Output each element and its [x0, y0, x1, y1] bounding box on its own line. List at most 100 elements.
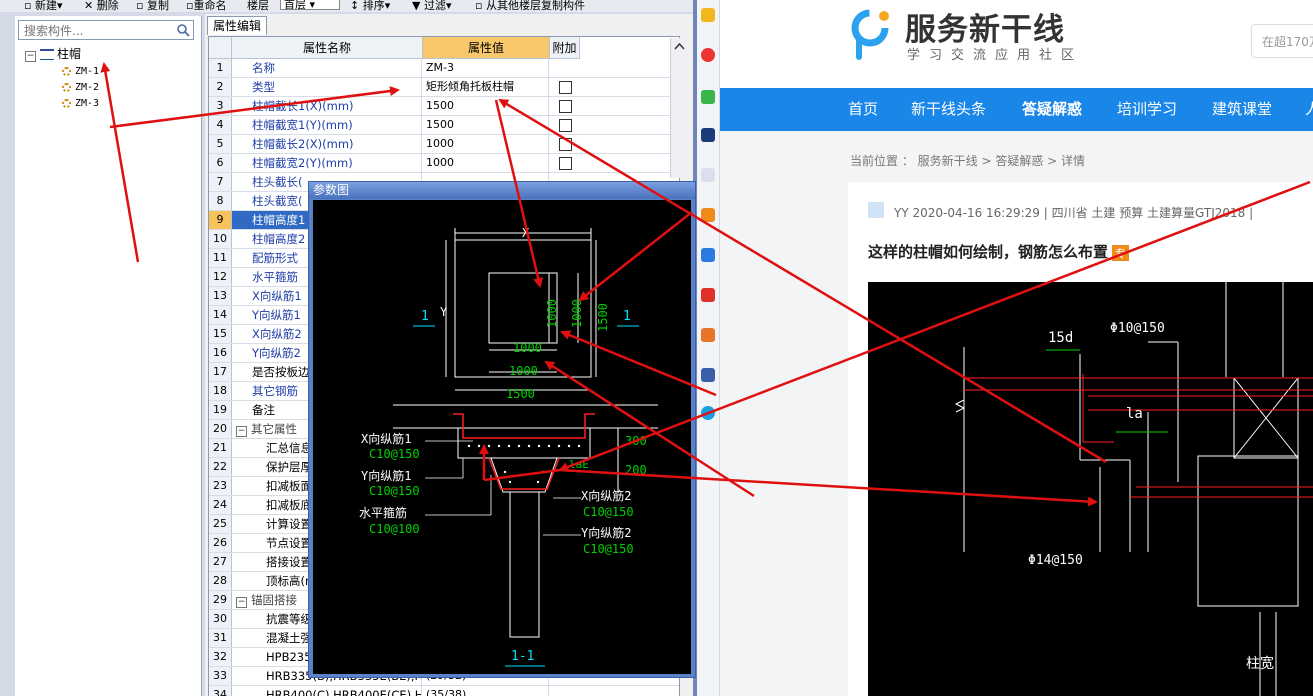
- property-row[interactable]: 4 柱帽截宽1(Y)(mm) 1500: [209, 116, 679, 135]
- property-name[interactable]: 柱帽截宽2(Y)(mm): [232, 154, 422, 172]
- shop-icon[interactable]: [701, 208, 715, 222]
- collapse-icon[interactable]: −: [236, 597, 247, 608]
- property-row[interactable]: 1 名称 ZM-3: [209, 59, 679, 78]
- scroll-up-icon[interactable]: [671, 40, 688, 54]
- property-value[interactable]: 1500: [423, 116, 549, 134]
- property-name[interactable]: HRB400(C),HRB400E(CE),HRBF: [232, 686, 422, 696]
- param-diagram-svg: X Y 1 1 1000 1000 1500 1000 1000 1500 X向…: [359, 226, 658, 667]
- avatar[interactable]: [868, 202, 884, 218]
- grid-scrollbar[interactable]: [670, 38, 688, 178]
- row-index: 13: [209, 287, 232, 305]
- property-name-text: 汇总信息: [266, 441, 312, 455]
- extra-checkbox[interactable]: [559, 138, 572, 151]
- plan-x-label: X: [522, 226, 530, 240]
- browser-icon[interactable]: [701, 406, 715, 420]
- new-button[interactable]: ▫ 新建▾: [24, 0, 62, 12]
- property-value[interactable]: 矩形倾角托板柱帽: [423, 78, 549, 96]
- property-row[interactable]: 2 类型 矩形倾角托板柱帽: [209, 78, 679, 97]
- row-index: 24: [209, 496, 232, 514]
- property-row[interactable]: 34 HRB400(C),HRB400E(CE),HRBF(35/38): [209, 686, 679, 696]
- filter-button[interactable]: ▼ 过滤▾: [412, 0, 452, 12]
- property-value[interactable]: 1000: [423, 135, 549, 153]
- deal-icon[interactable]: [701, 288, 715, 302]
- property-name-text: 扣减板面: [266, 479, 312, 493]
- collapse-icon[interactable]: −: [25, 51, 36, 62]
- tab-property-edit[interactable]: 属性编辑: [207, 16, 267, 35]
- copy-from-floor-button[interactable]: ▫ 从其他楼层复制构件: [475, 0, 585, 12]
- property-row[interactable]: 5 柱帽截长2(X)(mm) 1000: [209, 135, 679, 154]
- rename-button[interactable]: ▫重命名: [186, 0, 226, 12]
- question-title[interactable]: 这样的柱帽如何绘制，钢筋怎么布置专: [868, 241, 1130, 262]
- tree-leaf-zm2[interactable]: ZM-2: [62, 80, 99, 95]
- question-drawing: 15d Φ10@150 la Φ14@150 柱宽: [954, 282, 1313, 696]
- property-value[interactable]: 1000: [423, 154, 549, 172]
- header-name[interactable]: 属性名称: [232, 37, 423, 59]
- property-row[interactable]: 6 柱帽截宽2(Y)(mm) 1000: [209, 154, 679, 173]
- leader-lines: [425, 440, 581, 536]
- section-mark-left: 1: [421, 309, 429, 324]
- property-extra: [550, 78, 580, 96]
- nav-more[interactable]: 人: [1305, 88, 1313, 131]
- message-icon[interactable]: [701, 90, 715, 104]
- property-name-text: 水平箍筋: [252, 270, 298, 284]
- breadcrumb[interactable]: 当前位置 ： 服务新干线 > 答疑解惑 > 详情: [850, 152, 1085, 169]
- row-index: 28: [209, 572, 232, 590]
- property-value[interactable]: (35/38): [423, 686, 549, 696]
- tree-leaf-zm3[interactable]: ZM-3: [62, 96, 99, 111]
- nav-headlines[interactable]: 新干线头条: [911, 88, 986, 131]
- property-name-text: 柱帽截宽1(Y)(mm): [252, 118, 353, 132]
- extra-checkbox[interactable]: [559, 157, 572, 170]
- weibo-icon[interactable]: [701, 48, 715, 62]
- component-tree: − 柱帽 ZM-1 ZM-2 ZM-3: [15, 16, 202, 696]
- tree-leaf-label-selected: ZM-3: [75, 98, 100, 109]
- property-name[interactable]: 柱帽截长2(X)(mm): [232, 135, 422, 153]
- header-extra[interactable]: 附加: [550, 37, 580, 59]
- extra-checkbox[interactable]: [559, 100, 572, 113]
- tree-leaf-zm1[interactable]: ZM-1: [62, 64, 99, 79]
- property-value[interactable]: 1500: [423, 97, 549, 115]
- toolbar: ▫ 新建▾ ✕ 删除 ▫ 复制 ▫重命名 楼层 首层 ▾ ↕ 排序▾ ▼ 过滤▾…: [0, 0, 697, 12]
- row-index: 7: [209, 173, 232, 191]
- site-search-input[interactable]: 在超170万: [1251, 24, 1313, 58]
- x-bar2-spec: C10@150: [583, 505, 634, 519]
- dialog-title[interactable]: 参数图: [309, 182, 695, 199]
- component-search-input[interactable]: [22, 22, 176, 40]
- property-name[interactable]: 柱帽截宽1(Y)(mm): [232, 116, 422, 134]
- property-name[interactable]: 柱帽截长1(X)(mm): [232, 97, 422, 115]
- collapse-icon[interactable]: −: [236, 426, 247, 437]
- nav-training[interactable]: 培训学习: [1117, 88, 1177, 131]
- extra-checkbox[interactable]: [559, 119, 572, 132]
- property-value[interactable]: ZM-3: [423, 59, 549, 77]
- extra-checkbox[interactable]: [559, 81, 572, 94]
- doc-icon[interactable]: [701, 168, 715, 182]
- news-icon[interactable]: [701, 128, 715, 142]
- app-icon[interactable]: [701, 328, 715, 342]
- property-name[interactable]: 名称: [232, 59, 422, 77]
- delete-button[interactable]: ✕ 删除: [84, 0, 119, 12]
- property-name-text: 名称: [252, 61, 275, 75]
- question-image[interactable]: 15d Φ10@150 la Φ14@150 柱宽: [868, 282, 1313, 696]
- copy-button[interactable]: ▫ 复制: [136, 0, 169, 12]
- tree-root[interactable]: − 柱帽: [25, 47, 81, 62]
- header-value[interactable]: 属性值: [423, 37, 550, 59]
- row-index: 20: [209, 420, 232, 438]
- floor-label: 楼层: [247, 0, 269, 12]
- nav-classroom[interactable]: 建筑课堂: [1212, 88, 1272, 131]
- dim-inner-height: 1000: [545, 299, 559, 328]
- nav-qa[interactable]: 答疑解惑: [1022, 88, 1082, 131]
- floor-select[interactable]: 首层 ▾: [280, 0, 340, 10]
- site-logo-text[interactable]: 服务新干线: [905, 4, 1065, 49]
- site-nav: 首页 新干线头条 答疑解惑 培训学习 建筑课堂 人: [720, 88, 1313, 131]
- video-icon[interactable]: [701, 368, 715, 382]
- property-row[interactable]: 3 柱帽截长1(X)(mm) 1500: [209, 97, 679, 116]
- sort-button[interactable]: ↕ 排序▾: [350, 0, 390, 12]
- star-icon[interactable]: [701, 8, 715, 22]
- nav-home[interactable]: 首页: [848, 88, 878, 131]
- component-search: [18, 20, 194, 40]
- search-icon[interactable]: [176, 23, 190, 37]
- param-diagram-canvas: X Y 1 1 1000 1000 1500 1000 1000 1500 X向…: [313, 200, 691, 674]
- site-logo-icon[interactable]: [848, 6, 900, 64]
- property-name[interactable]: 类型: [232, 78, 422, 96]
- property-extra: [550, 686, 580, 696]
- game-icon[interactable]: [701, 248, 715, 262]
